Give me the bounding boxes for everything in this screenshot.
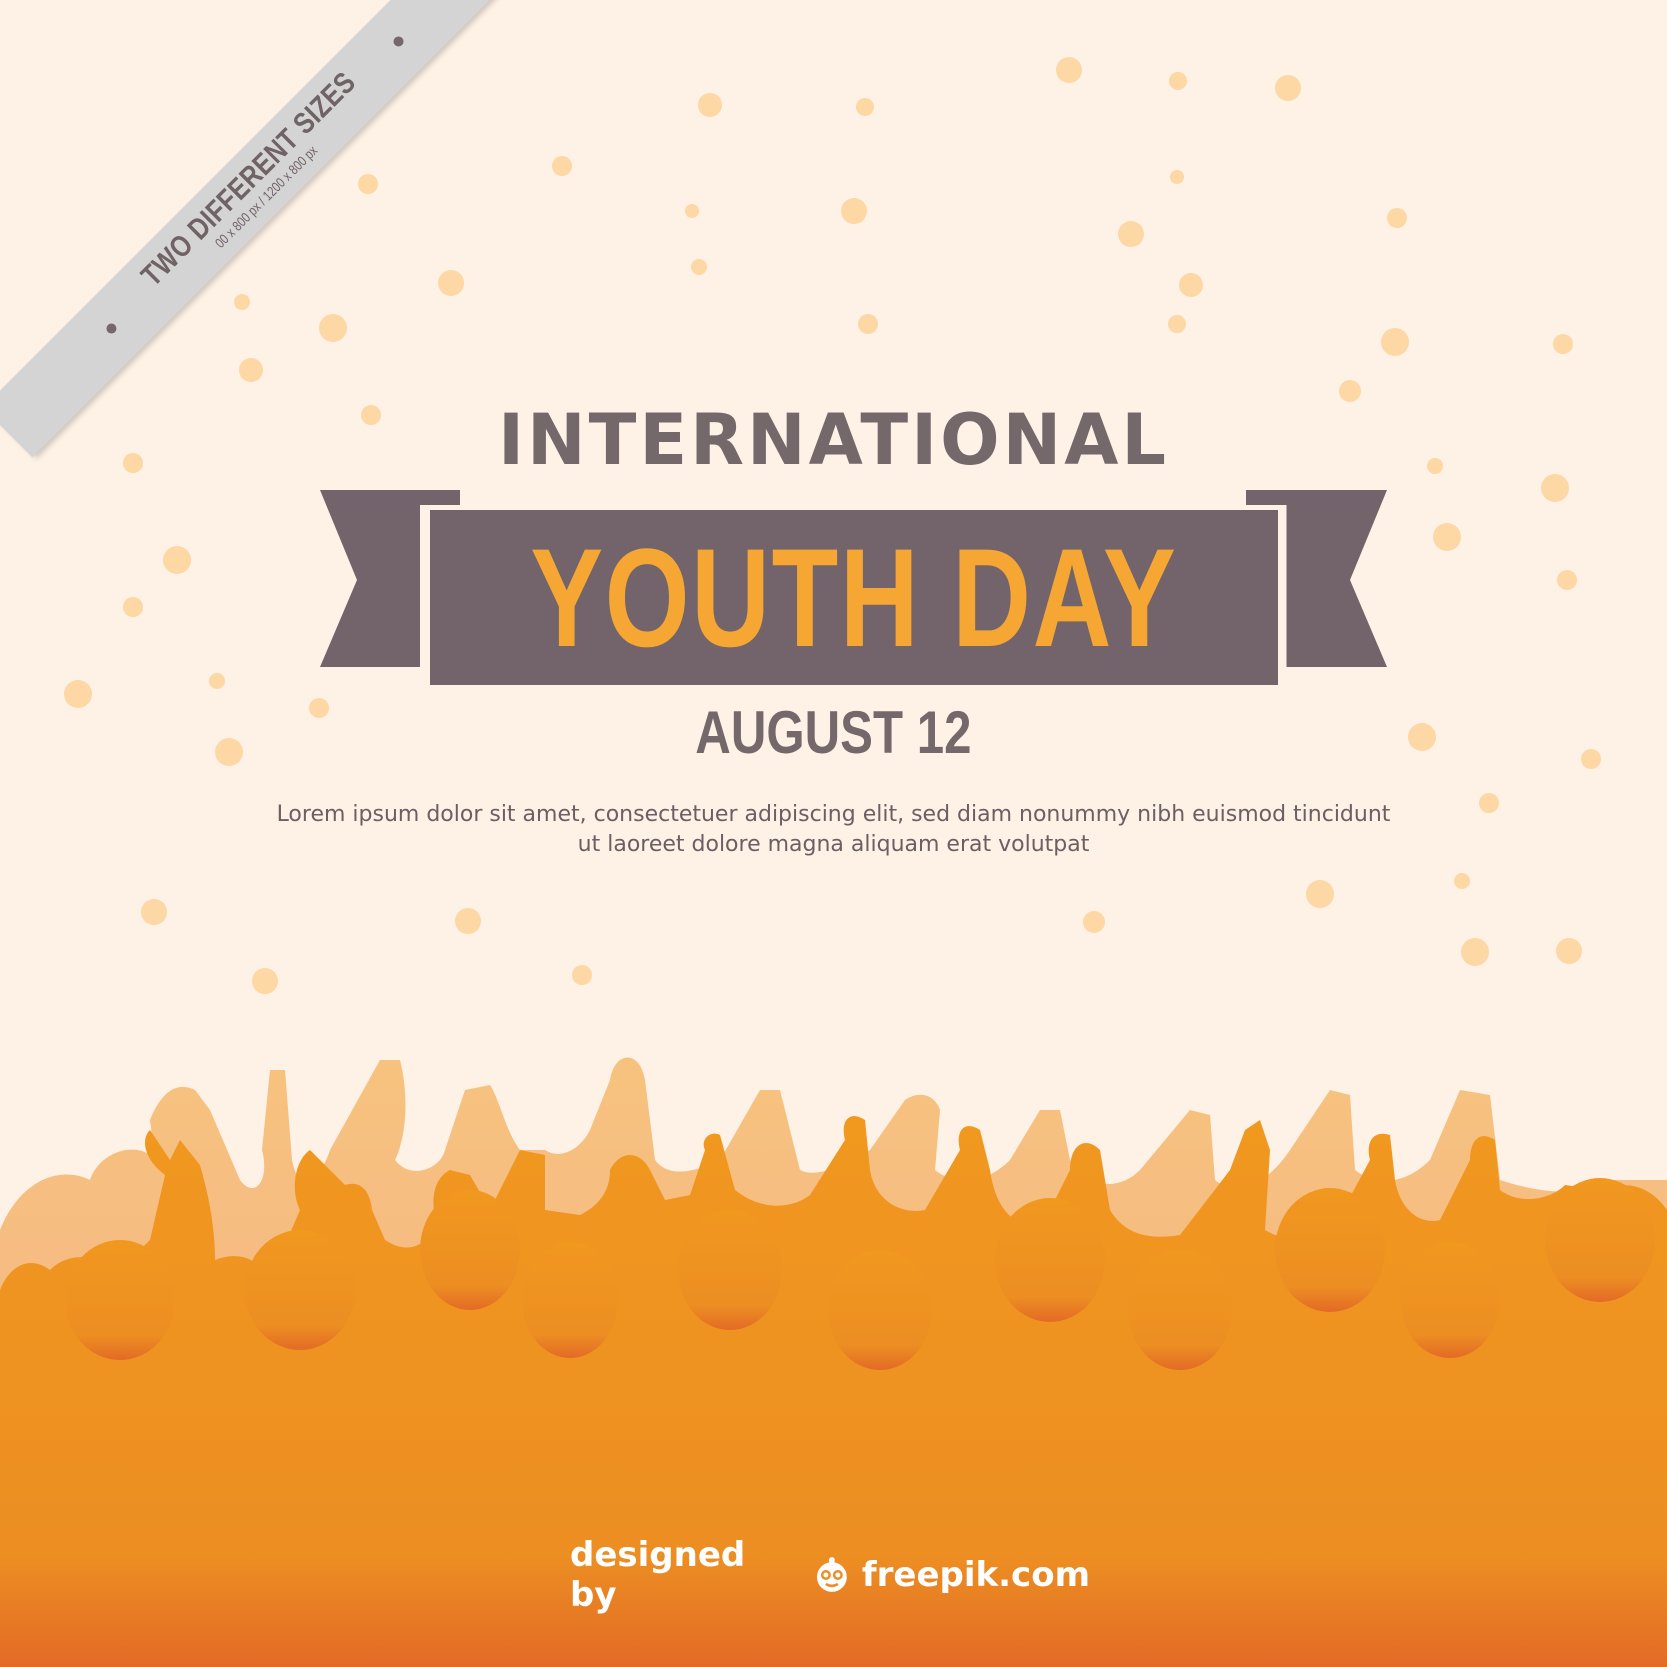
- corner-dot-right: [391, 34, 406, 49]
- designer-credit: designed by freepik.com: [570, 1535, 1090, 1615]
- freepik-logo-icon: [817, 1557, 847, 1592]
- body-text-line2: ut laoreet dolore magna aliquam erat vol…: [577, 832, 1090, 857]
- body-text: Lorem ipsum dolor sit amet, consectetuer…: [200, 800, 1467, 860]
- event-date: AUGUST 12: [695, 699, 972, 766]
- title-youth-day: YOUTH DAY: [530, 518, 1178, 676]
- credit-brand: freepik.com: [861, 1555, 1090, 1595]
- title-international: INTERNATIONAL: [497, 399, 1170, 481]
- corner-dot-left: [104, 321, 119, 336]
- poster-canvas: TWO DIFFERENT SIZES 00 x 800 px / 1200 x…: [0, 0, 1667, 1667]
- credit-prefix: designed by: [570, 1535, 746, 1615]
- body-text-line1: Lorem ipsum dolor sit amet, consectetuer…: [276, 802, 1391, 827]
